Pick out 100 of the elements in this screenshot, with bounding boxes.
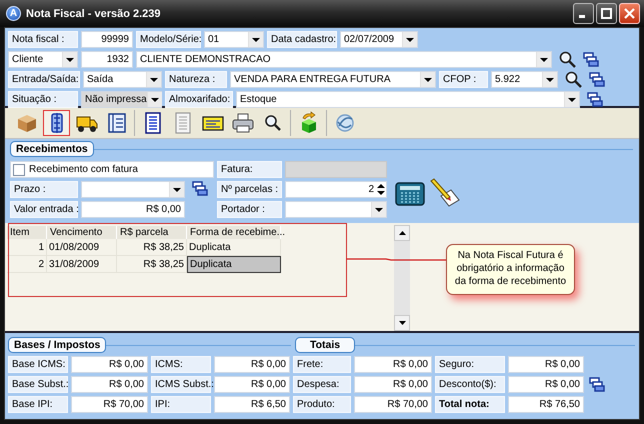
field-label: Situação : (8, 91, 78, 108)
caret-icon (536, 52, 551, 67)
caret-icon (420, 72, 435, 87)
text-field[interactable]: R$ 76,50 (508, 396, 584, 413)
dropdown[interactable]: 02/07/2009 (340, 31, 418, 48)
text-field[interactable]: 99999 (81, 31, 133, 48)
field-label: CFOP : (439, 71, 488, 88)
field-label: Portador : (217, 201, 282, 218)
box-icon (18, 115, 36, 132)
text-field[interactable]: R$ 70,00 (354, 396, 432, 413)
field-label: IPI: (151, 396, 211, 413)
section-tab[interactable]: Totais (295, 337, 356, 353)
field-label: Valor entrada : (10, 201, 78, 218)
field-label: Fatura: (217, 161, 282, 178)
field-label: Desconto($): (435, 376, 505, 393)
maximize-button[interactable] (596, 3, 617, 24)
field-label: Prazo : (10, 181, 78, 198)
scroll-down-icon[interactable] (398, 321, 406, 325)
field-label: Natureza : (165, 71, 227, 88)
window-title: Nota Fiscal - versão 2.239 (26, 8, 162, 20)
windows-icon[interactable] (587, 92, 603, 107)
box-arrow-icon (302, 112, 316, 133)
scrollbar[interactable] (394, 225, 410, 331)
caret-icon (564, 92, 579, 107)
text-field[interactable]: 1932 (81, 51, 133, 68)
caret-icon (62, 52, 77, 67)
windows-icon[interactable] (589, 377, 605, 392)
globe-icon (336, 114, 354, 132)
field-label: Seguro: (435, 356, 505, 373)
toolbar-button[interactable] (43, 110, 70, 136)
field-label: Total nota: (435, 396, 505, 413)
column-header[interactable]: R$ parcela (117, 226, 187, 239)
text-field[interactable]: R$ 0,00 (71, 376, 148, 393)
section-tab[interactable]: Bases / Impostos (8, 337, 106, 353)
page-icon (174, 112, 190, 134)
checkbox[interactable]: Recebimento com fatura (10, 161, 214, 178)
field-label: Produto: (293, 396, 351, 413)
close-icon (624, 8, 635, 19)
text-field[interactable]: R$ 0,00 (214, 376, 290, 393)
field-label: Base IPI: (8, 396, 68, 413)
table-cell: 31/08/2009 (47, 256, 117, 273)
field-label: Base Subst.: (8, 376, 68, 393)
text-field[interactable]: R$ 0,00 (354, 356, 432, 373)
caret-icon (402, 32, 417, 47)
maximize-icon (601, 8, 612, 19)
minimize-button[interactable] (573, 3, 594, 24)
spin-field[interactable]: 2 (285, 181, 387, 198)
text-field[interactable]: R$ 0,00 (354, 376, 432, 393)
table-cell: Duplicata (187, 256, 281, 273)
table-cell: R$ 38,25 (117, 239, 187, 256)
callout: Na Nota Fiscal Futura é obrigatório a informação da forma de recebimento (446, 244, 575, 295)
field-label: ICMS Subst.: (151, 376, 211, 393)
field-label: Nº parcelas : (217, 181, 282, 198)
text-field[interactable]: R$ 0,00 (214, 356, 290, 373)
windows-icon[interactable] (589, 72, 605, 87)
table-cell: 1 (7, 239, 47, 256)
minimize-icon (579, 15, 585, 18)
search-icon[interactable] (565, 71, 582, 88)
field-label: Data cadastro: (267, 31, 337, 48)
field-label: Almoxarifado: (165, 91, 233, 108)
field-label: Base ICMS: (8, 356, 68, 373)
text-field[interactable]: R$ 0,00 (81, 201, 185, 218)
text-field[interactable]: R$ 6,50 (214, 396, 290, 413)
caret-icon (146, 72, 161, 87)
document-icon (144, 112, 160, 134)
search-icon[interactable] (559, 51, 576, 68)
spin-arrows-icon[interactable] (377, 183, 385, 196)
dropdown[interactable]: Cliente (8, 51, 78, 68)
field-label: Modelo/Série: (136, 31, 201, 48)
field-label: Frete: (293, 356, 351, 373)
field-label: Nota fiscal : (8, 31, 78, 48)
caret-icon (371, 202, 386, 217)
dropdown[interactable]: Estoque (236, 91, 580, 108)
notebook-icon (108, 113, 126, 133)
dropdown[interactable]: Saída (83, 71, 162, 88)
windows-icon[interactable] (583, 52, 599, 67)
field-label: Despesa: (293, 376, 351, 393)
dropdown[interactable]: CLIENTE DEMONSTRACAO (136, 51, 552, 68)
field-label: ICMS: (151, 356, 211, 373)
dropdown[interactable]: VENDA PARA ENTREGA FUTURA (230, 71, 436, 88)
field-label: Entrada/Saída: (8, 71, 80, 88)
table-cell: 2 (7, 256, 47, 273)
close-button[interactable] (619, 3, 640, 24)
dropdown[interactable]: 5.922 (491, 71, 558, 88)
text-field[interactable]: R$ 0,00 (71, 356, 148, 373)
caret-icon (146, 92, 162, 107)
text-field[interactable]: R$ 0,00 (508, 356, 584, 373)
search-icon (264, 115, 280, 131)
table-cell: 01/08/2009 (47, 239, 117, 256)
calculator-icon[interactable] (395, 182, 425, 206)
column-header[interactable]: Item (7, 226, 47, 239)
printer-icon (232, 114, 253, 132)
column-header[interactable]: Vencimento (47, 226, 117, 239)
card-icon (202, 116, 224, 131)
section-tab[interactable]: Recebimentos (10, 141, 94, 157)
text-field[interactable]: R$ 70,00 (71, 396, 148, 413)
text-field[interactable]: R$ 0,00 (508, 376, 584, 393)
windows-icon[interactable] (192, 180, 208, 196)
dropdown[interactable]: 01 (204, 31, 264, 48)
scroll-up-icon[interactable] (398, 231, 406, 235)
